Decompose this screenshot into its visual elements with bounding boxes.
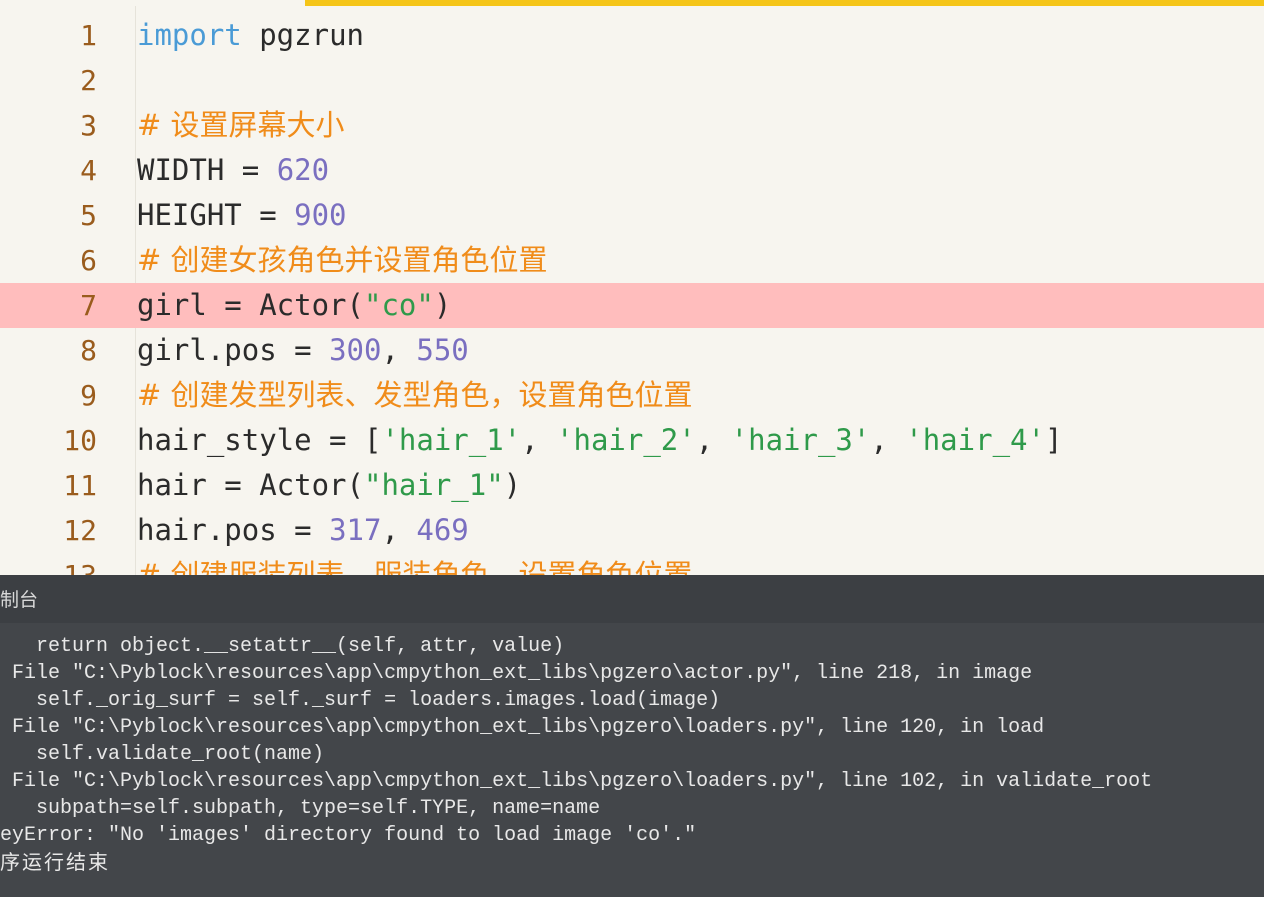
line-number: 1	[80, 19, 97, 52]
code-token: ,	[381, 513, 417, 547]
console-line: 序运行结束	[0, 850, 110, 874]
code-line[interactable]: 13 # 创建服装列表、服装角色，设置角色位置	[0, 553, 1264, 575]
line-number: 2	[80, 64, 97, 97]
line-number: 3	[80, 109, 97, 142]
code-line[interactable]: 5 HEIGHT = 900	[0, 193, 1264, 238]
code-line[interactable]: 9 # 创建发型列表、发型角色，设置角色位置	[0, 373, 1264, 418]
code-token: )	[503, 468, 522, 502]
line-code: WIDTH = 620	[137, 148, 329, 193]
line-number: 9	[80, 379, 97, 412]
code-token: hair.pos =	[137, 513, 330, 547]
line-number: 11	[63, 469, 97, 502]
code-token: WIDTH =	[137, 153, 277, 187]
code-token: 900	[294, 198, 347, 232]
code-line[interactable]: 2	[0, 58, 1264, 103]
console-line: self._orig_surf = self._surf = loaders.i…	[0, 689, 721, 712]
console-line: File "C:\Pyblock\resources\app\cmpython_…	[0, 716, 1045, 739]
line-number: 8	[80, 334, 97, 367]
code-token: ,	[695, 423, 731, 457]
code-token: 317	[329, 513, 382, 547]
line-code: hair = Actor("hair_1")	[137, 463, 521, 508]
code-token: 'hair_1'	[381, 423, 522, 457]
code-line[interactable]: 6 # 创建女孩角色并设置角色位置	[0, 238, 1264, 283]
code-token: ,	[381, 333, 417, 367]
line-code: # 创建服装列表、服装角色，设置角色位置	[137, 553, 693, 575]
code-line[interactable]: 8 girl.pos = 300, 550	[0, 328, 1264, 373]
console-line: File "C:\Pyblock\resources\app\cmpython_…	[0, 770, 1153, 793]
line-number: 5	[80, 199, 97, 232]
code-token: # 创建服装列表、服装角色，设置角色位置	[137, 558, 693, 575]
line-number: 7	[80, 289, 97, 322]
line-code: HEIGHT = 900	[137, 193, 347, 238]
code-line[interactable]: 12 hair.pos = 317, 469	[0, 508, 1264, 553]
code-token: # 设置屏幕大小	[137, 108, 345, 142]
code-token: 550	[416, 333, 469, 367]
code-token: "hair_1"	[363, 468, 504, 502]
code-token: import	[137, 18, 242, 52]
code-token: 469	[416, 513, 469, 547]
line-code: # 设置屏幕大小	[137, 103, 345, 148]
code-token: 620	[276, 153, 330, 187]
code-token: girl = Actor(	[137, 288, 364, 322]
code-line[interactable]: 10 hair_style = ['hair_1', 'hair_2', 'hai…	[0, 418, 1264, 463]
code-token: hair_style = [	[137, 423, 382, 457]
console-title: 制台	[0, 589, 39, 611]
line-code: girl.pos = 300, 550	[137, 328, 469, 373]
line-code: import pgzrun	[137, 13, 364, 58]
code-editor[interactable]: 1 import pgzrun 2 3 # 设置屏幕大小 4 WIDTH = 620 5 HEI…	[0, 6, 1264, 575]
code-token: 'hair_2'	[556, 423, 696, 457]
code-line-error[interactable]: 7 girl = Actor("co")	[0, 283, 1264, 328]
code-token: ,	[870, 423, 906, 457]
code-token: ]	[1044, 423, 1063, 457]
line-code: hair_style = ['hair_1', 'hair_2', 'hair_…	[137, 418, 1062, 463]
console-line: eyError: "No 'images' directory found to…	[0, 824, 697, 847]
code-token: girl.pos =	[137, 333, 330, 367]
code-line[interactable]: 4 WIDTH = 620	[0, 148, 1264, 193]
code-token: # 创建女孩角色并设置角色位置	[137, 243, 548, 277]
line-number: 12	[63, 514, 97, 547]
code-token: HEIGHT =	[137, 198, 295, 232]
line-number: 10	[63, 424, 97, 457]
code-token: )	[433, 288, 452, 322]
code-token: "co"	[363, 288, 434, 322]
line-number: 6	[80, 244, 97, 277]
line-code: girl = Actor("co")	[137, 283, 451, 328]
code-line[interactable]: 3 # 设置屏幕大小	[0, 103, 1264, 148]
code-token: hair = Actor(	[137, 468, 364, 502]
console-line: subpath=self.subpath, type=self.TYPE, na…	[0, 797, 601, 820]
console-line: self.validate_root(name)	[0, 743, 325, 766]
code-token: 300	[329, 333, 382, 367]
console-output[interactable]: return object.__setattr__(self, attr, va…	[0, 623, 1264, 897]
console-line: return object.__setattr__(self, attr, va…	[0, 635, 565, 658]
code-token: 'hair_3'	[730, 423, 871, 457]
code-token: # 创建发型列表、发型角色，设置角色位置	[137, 378, 693, 412]
line-code: # 创建女孩角色并设置角色位置	[137, 238, 548, 283]
code-token: pgzrun	[241, 18, 364, 52]
code-token: 'hair_4'	[905, 423, 1045, 457]
code-token: ,	[521, 423, 557, 457]
line-number: 4	[80, 154, 97, 187]
line-code: hair.pos = 317, 469	[137, 508, 469, 553]
console-line: File "C:\Pyblock\resources\app\cmpython_…	[0, 662, 1033, 685]
line-code: # 创建发型列表、发型角色，设置角色位置	[137, 373, 693, 418]
code-line[interactable]: 1 import pgzrun	[0, 13, 1264, 58]
line-number: 13	[0, 553, 97, 575]
console-header: 制台	[0, 575, 1264, 623]
code-line[interactable]: 11 hair = Actor("hair_1")	[0, 463, 1264, 508]
